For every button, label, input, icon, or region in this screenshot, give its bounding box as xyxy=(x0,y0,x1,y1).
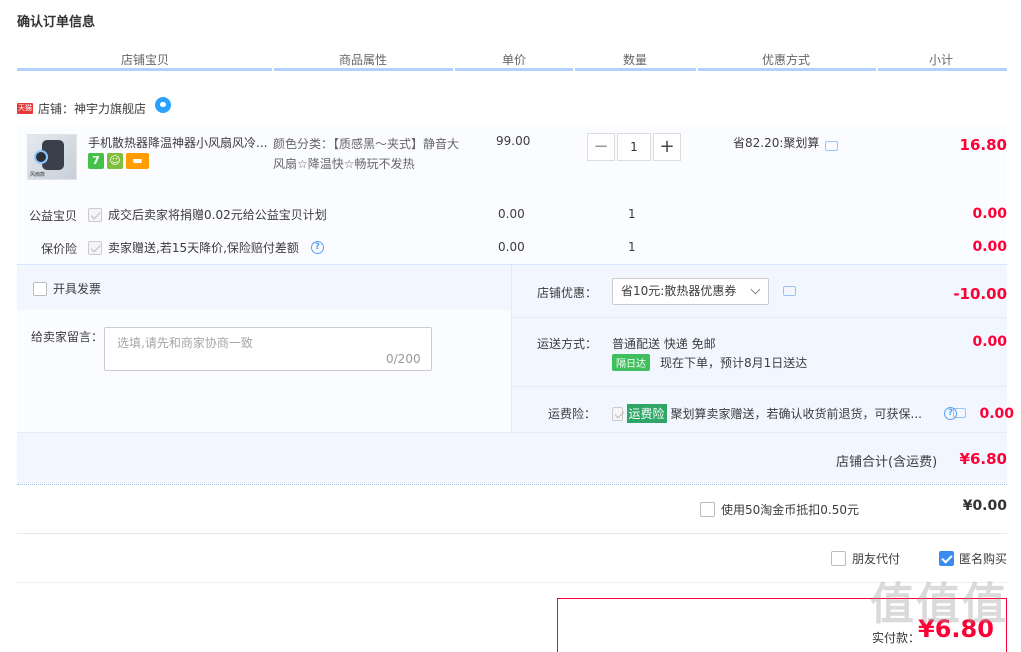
service-badges: 7 ☺ ▬ xyxy=(88,153,149,169)
shipping-eta: 隔日达 现在下单，预计8月1日送达 xyxy=(612,354,807,371)
invoice-checkbox[interactable] xyxy=(33,281,47,296)
price-protect-subtotal: 0.00 xyxy=(972,239,1007,255)
friend-pay-label: 朋友代付 xyxy=(852,552,901,566)
guarantee-icon[interactable]: ☺ xyxy=(107,153,123,169)
freight-insurance-amount: 0.00 xyxy=(979,406,1014,422)
price-protect-checkbox[interactable] xyxy=(88,240,102,255)
header-gap xyxy=(876,68,878,71)
chevron-down-icon xyxy=(750,284,761,295)
freight-insurance-tag: 运费险 xyxy=(626,404,667,423)
item-attributes: 颜色分类：【质感黑～夹式】静音大风扇☆降温快☆畅玩不发热 xyxy=(273,137,460,171)
taobao-coins-checkbox[interactable] xyxy=(700,502,715,517)
price-protect-option: 卖家赠送,若15天降价,保险赔付差额 ? xyxy=(88,239,324,256)
anonymous-label: 匿名购买 xyxy=(959,552,1008,566)
section-divider xyxy=(17,484,1007,485)
qty-decrease-button[interactable]: − xyxy=(587,133,615,161)
taobao-coins-option: 使用50淘金币抵扣0.50元 xyxy=(700,501,859,518)
item-thumbnail[interactable]: 风扇款 xyxy=(27,134,77,180)
col-header-attr: 商品属性 xyxy=(339,53,388,67)
shop-discount-label: 店铺优惠： xyxy=(537,286,598,300)
freight-insurance-label: 运费险： xyxy=(548,407,597,421)
row-divider xyxy=(17,264,1007,265)
quantity-stepper: − 1 + xyxy=(587,133,681,161)
item-unit-price: 99.00 xyxy=(496,134,531,148)
invoice-label: 开具发票 xyxy=(53,282,102,296)
anonymous-checkbox[interactable] xyxy=(939,551,954,566)
help-icon[interactable]: ? xyxy=(310,241,324,254)
item-title-link[interactable]: 手机散热器降温神器小风扇风冷... xyxy=(88,134,270,151)
header-divider xyxy=(17,68,1007,71)
price-protect-label: 保价险 xyxy=(40,242,77,256)
help-icon[interactable]: ? xyxy=(944,407,957,420)
charity-checkbox[interactable] xyxy=(88,207,102,222)
shop-total-amount: ¥6.80 xyxy=(959,450,1007,468)
shop-discount-select[interactable]: 省10元:散热器优惠券 xyxy=(612,278,769,305)
seven-day-return-icon[interactable]: 7 xyxy=(88,153,104,169)
item-promo: 省82.20:聚划算 xyxy=(733,134,839,151)
message-label: 给卖家留言： xyxy=(31,330,104,344)
site-watermark: 值值值 xyxy=(870,579,1008,630)
row-divider xyxy=(511,317,1007,318)
charity-subtotal: 0.00 xyxy=(972,206,1007,222)
charity-text: 成交后卖家将捐赠0.02元给公益宝贝计划 xyxy=(108,208,327,222)
invoice-option: 开具发票 xyxy=(33,280,101,297)
shop-name-link[interactable]: 店铺：神宇力旗舰店 xyxy=(38,100,146,117)
shipping-eta-text: 现在下单，预计8月1日送达 xyxy=(660,356,808,370)
freight-insurance-checkbox[interactable] xyxy=(612,406,623,421)
message-char-counter: 0/200 xyxy=(386,352,421,366)
header-gap xyxy=(272,68,274,71)
comment-icon[interactable] xyxy=(783,286,796,296)
qty-increase-button[interactable]: + xyxy=(653,133,681,161)
section-divider xyxy=(17,533,1007,534)
anonymous-option: 匿名购买 xyxy=(939,550,1007,567)
col-header-price: 单价 xyxy=(502,53,527,67)
price-protect-text: 卖家赠送,若15天降价,保险赔付差额 xyxy=(108,241,299,255)
options-divider xyxy=(511,264,512,432)
shop-row: 天猫 店铺：神宇力旗舰店 xyxy=(17,97,172,117)
charity-label: 公益宝贝 xyxy=(28,209,77,223)
col-header-qty: 数量 xyxy=(623,53,648,67)
qty-input[interactable]: 1 xyxy=(617,133,651,161)
page-title: 确认订单信息 xyxy=(17,15,96,30)
freight-insurance-text: 聚划算卖家赠送，若确认收货前退货，可获保... xyxy=(670,407,922,421)
shipping-amount: 0.00 xyxy=(972,334,1007,350)
shop-discount-amount: -10.00 xyxy=(953,285,1007,303)
next-day-badge: 隔日达 xyxy=(612,354,650,371)
col-header-promo: 优惠方式 xyxy=(762,53,811,67)
header-gap xyxy=(696,68,698,71)
freight-insurance-option: 运费险 聚划算卖家赠送，若确认收货前退货，可获保... xyxy=(612,404,922,423)
price-protect-price: 0.00 xyxy=(498,240,525,254)
shipping-method: 普通配送 快递 免邮 xyxy=(612,337,716,351)
charity-option: 成交后卖家将捐赠0.02元给公益宝贝计划 xyxy=(88,206,327,223)
shop-discount-selected: 省10元:散热器优惠券 xyxy=(621,284,737,298)
col-header-shop-item: 店铺宝贝 xyxy=(121,53,170,67)
friend-pay-checkbox[interactable] xyxy=(831,551,846,566)
row-divider xyxy=(511,386,1007,387)
header-gap xyxy=(573,68,575,71)
wangwang-chat-icon[interactable] xyxy=(155,97,172,113)
item-subtotal: 16.80 xyxy=(959,136,1007,154)
row-divider xyxy=(17,432,1007,433)
message-placeholder: 选填,请先和商家协商一致 xyxy=(117,336,253,350)
taobao-coins-amount: ¥0.00 xyxy=(962,498,1007,514)
tmall-icon: 天猫 xyxy=(17,102,33,114)
charity-qty: 1 xyxy=(628,207,636,221)
credit-card-icon[interactable]: ▬ xyxy=(126,153,149,169)
shipping-label: 运送方式： xyxy=(537,337,598,351)
charity-price: 0.00 xyxy=(498,207,525,221)
promo-text: 省82.20:聚划算 xyxy=(733,136,820,150)
friend-pay-option: 朋友代付 xyxy=(831,550,900,567)
taobao-coins-label: 使用50淘金币抵扣0.50元 xyxy=(721,503,859,517)
shop-total-label: 店铺合计(含运费) xyxy=(836,455,938,470)
col-header-subtotal: 小计 xyxy=(929,53,954,67)
header-gap xyxy=(453,68,455,71)
price-protect-qty: 1 xyxy=(628,240,636,254)
section-divider xyxy=(17,582,1007,583)
comment-icon[interactable] xyxy=(825,140,839,151)
